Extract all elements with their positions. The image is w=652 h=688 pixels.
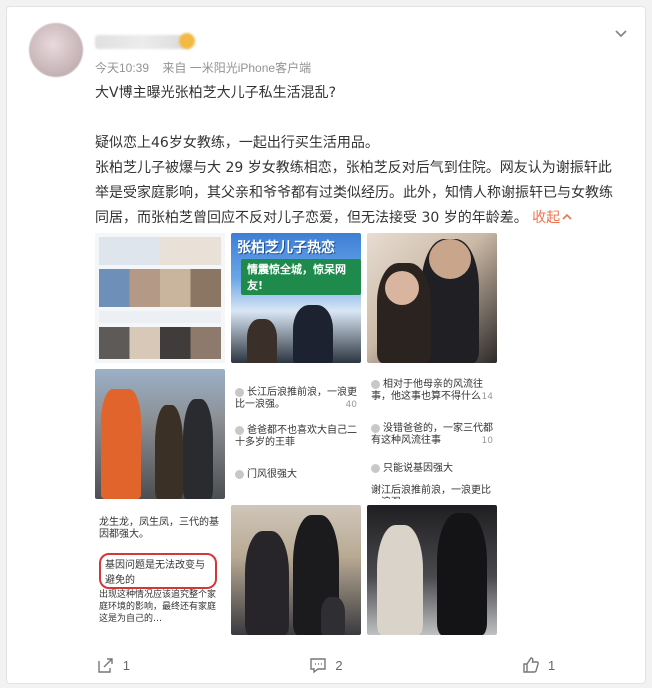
comment-text: 基因问题是无法改变与避免的 <box>105 560 205 586</box>
person-figure <box>293 305 333 363</box>
person-figure <box>377 525 423 635</box>
comment-text: 门风很强大 <box>247 469 297 480</box>
person-figure <box>155 405 183 499</box>
avatar <box>235 387 244 397</box>
person-figure <box>321 597 345 635</box>
avatar <box>371 379 380 389</box>
vip-badge-icon <box>179 33 195 49</box>
comment-text: 没错爸爸的，一家三代都有这种风流往事 <box>371 423 493 446</box>
post-paragraph-1: 疑似恋上46岁女教练，一起出行买生活用品。 <box>95 135 379 151</box>
post-text: 大V博主曝光张柏芝大儿子私生活混乱? 疑似恋上46岁女教练，一起出行买生活用品。… <box>95 81 615 231</box>
comment-item: 门风很强大 <box>235 469 357 481</box>
username-blurred[interactable] <box>95 35 191 49</box>
comment-icon <box>310 658 327 674</box>
comment-item: 谢江后浪推前浪，一浪更比一浪强。 <box>371 485 493 499</box>
like-count: 1 <box>548 657 556 673</box>
highlighted-comment: 基因问题是无法改变与避免的 <box>99 553 217 589</box>
post-source: 来自 一米阳光iPhone客户端 <box>162 61 312 75</box>
tile-title: 张柏芝儿子热恋 <box>237 240 335 256</box>
comment-item: 出现这种情况应该追究整个家庭环境的影响，最终还有家庭这是为自己的… <box>99 589 221 625</box>
comment-item: 没错爸爸的，一家三代都有这种风流往事 10 <box>371 423 493 447</box>
action-bar: 1 2 1 <box>7 647 645 683</box>
person-figure <box>183 399 213 499</box>
person-figure <box>245 531 289 635</box>
comment-item: 长江后浪推前浪，一浪更比一浪强。 40 <box>235 387 357 411</box>
comment-count: 2 <box>335 657 343 673</box>
share-count: 1 <box>122 657 130 673</box>
chevron-up-icon[interactable] <box>562 212 572 222</box>
comment-text: 爸爸都不也喜欢大自己二十多岁的王菲 <box>235 425 357 448</box>
comment-likes: 40 <box>345 400 357 410</box>
comment-text: 谢江后浪推前浪，一浪更比一浪强。 <box>371 485 491 499</box>
comment-item: 相对于他母亲的风流往事，他这事也算不得什么 14 <box>371 379 493 403</box>
post-time[interactable]: 今天10:39 <box>95 61 149 75</box>
image-grid: 张柏芝儿子热恋 情震惊全城，惊呆网友! 长江后浪推前浪，一浪更比一浪强。 40 爸… <box>95 233 497 637</box>
avatar <box>371 423 380 433</box>
image-tile-4[interactable] <box>95 369 225 499</box>
avatar <box>235 469 244 479</box>
post-meta: 今天10:39 来自 一米阳光iPhone客户端 <box>95 59 311 76</box>
image-tile-6[interactable]: 相对于他母亲的风流往事，他这事也算不得什么 14 没错爸爸的，一家三代都有这种风流… <box>367 369 497 499</box>
comment-text: 相对于他母亲的风流往事，他这事也算不得什么 <box>371 379 483 402</box>
comment-text: 长江后浪推前浪，一浪更比一浪强。 <box>235 387 357 410</box>
post-paragraph-2: 张柏芝儿子被爆与大 29 岁女教练相恋，张柏芝反对后气到住院。网友认为谢振轩此举… <box>95 156 615 231</box>
share-button[interactable]: 1 <box>97 656 130 674</box>
avatar <box>235 425 244 435</box>
image-tile-5[interactable]: 长江后浪推前浪，一浪更比一浪强。 40 爸爸都不也喜欢大自己二十多岁的王菲 门风很… <box>231 369 361 499</box>
post-title: 大V博主曝光张柏芝大儿子私生活混乱? <box>95 85 337 101</box>
image-tile-7[interactable]: 龙生龙，凤生凤，三代的基因都强大。 基因问题是无法改变与避免的 出现这种情况应该… <box>95 505 225 635</box>
person-figure <box>247 319 277 363</box>
image-tile-1[interactable] <box>95 233 225 363</box>
weibo-post-card: 今天10:39 来自 一米阳光iPhone客户端 大V博主曝光张柏芝大儿子私生活… <box>6 6 646 684</box>
collapse-link[interactable]: 收起 <box>532 210 572 226</box>
comment-button[interactable]: 2 <box>309 656 343 674</box>
collapse-label[interactable]: 收起 <box>532 210 560 226</box>
comment-likes: 14 <box>481 392 493 402</box>
tile-banner: 情震惊全城，惊呆网友! <box>241 259 361 295</box>
image-tile-3[interactable] <box>367 233 497 363</box>
avatar <box>371 463 380 473</box>
comment-item: 只能说基因强大 <box>371 463 493 475</box>
comment-likes: 10 <box>481 436 493 446</box>
image-tile-2[interactable]: 张柏芝儿子热恋 情震惊全城，惊呆网友! <box>231 233 361 363</box>
face-shape <box>385 271 419 305</box>
face-shape <box>429 239 471 279</box>
comment-text: 只能说基因强大 <box>383 463 453 474</box>
chevron-down-icon[interactable] <box>613 25 629 41</box>
share-icon <box>98 658 113 673</box>
thumbs-up-icon <box>523 657 539 673</box>
image-tile-8[interactable] <box>231 505 361 635</box>
comment-item: 龙生龙，凤生凤，三代的基因都强大。 <box>99 517 221 541</box>
person-figure <box>101 389 141 499</box>
like-button[interactable]: 1 <box>522 656 555 674</box>
avatar[interactable] <box>29 23 83 77</box>
comment-text: 龙生龙，凤生凤，三代的基因都强大。 <box>99 517 219 540</box>
comment-text: 出现这种情况应该追究整个家庭环境的影响，最终还有家庭这是为自己的… <box>99 590 217 624</box>
person-figure <box>437 513 487 635</box>
image-tile-9[interactable] <box>367 505 497 635</box>
comment-item: 爸爸都不也喜欢大自己二十多岁的王菲 <box>235 425 357 449</box>
